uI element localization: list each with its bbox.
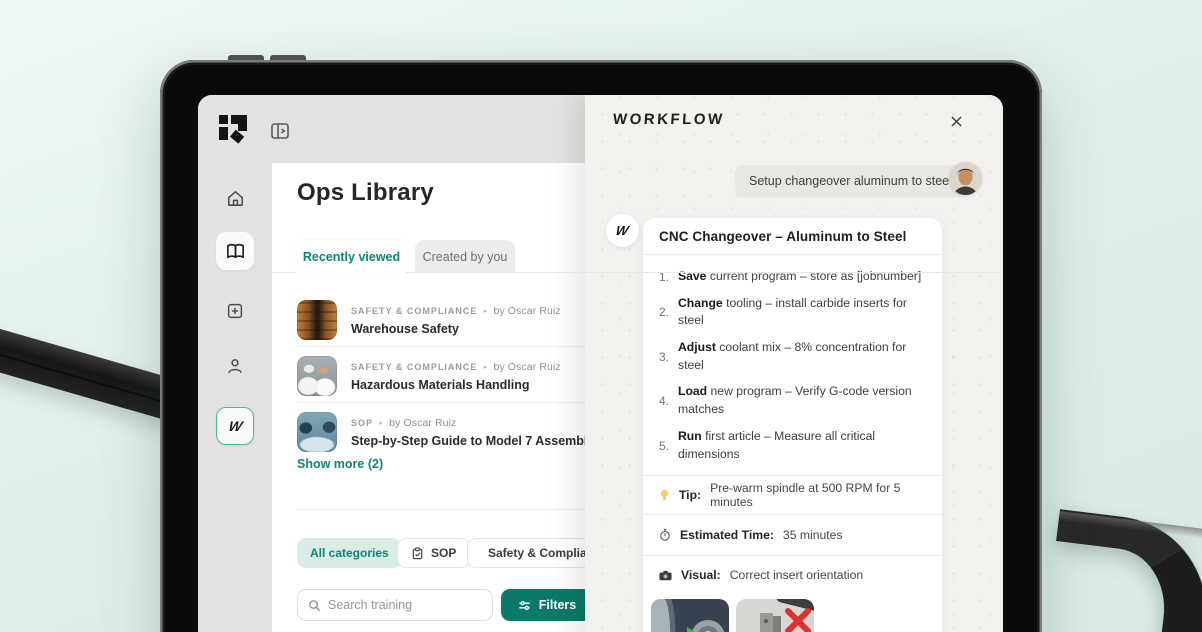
page-title: Ops Library [297, 179, 434, 207]
list-item-thumbnail [297, 356, 337, 396]
tablet-device: W Ops Library Recently viewed Created by… [160, 60, 1042, 632]
sidebar-item-library-active[interactable] [216, 232, 254, 270]
visual-thumbnails [643, 594, 942, 632]
steps-list: 1. Save current program – store as [jobn… [643, 255, 942, 475]
pill-sop[interactable]: SOP [397, 538, 470, 568]
filters-button[interactable]: Filters [501, 589, 593, 621]
stand-arm-left [0, 323, 187, 423]
workflow-w-icon: W [227, 418, 243, 434]
list-item-meta: SAFETY & COMPLIANCE•by Oscar Ruiz [351, 361, 561, 373]
search-icon [308, 599, 321, 612]
list-item-thumbnail [297, 412, 337, 452]
workflow-answer-card: CNC Changeover – Aluminum to Steel 1. Sa… [643, 218, 942, 632]
list-item-title: Hazardous Materials Handling [351, 378, 561, 392]
list-item-thumbnail [297, 300, 337, 340]
tab-created-by-you[interactable]: Created by you [415, 240, 515, 273]
visual-row: Visual: Correct insert orientation [643, 556, 942, 594]
stand-handle-right [1033, 509, 1202, 632]
list-item-title: Warehouse Safety [351, 322, 561, 336]
list-item-meta: SAFETY & COMPLIANCE•by Oscar Ruiz [351, 305, 561, 317]
sidebar-item-create[interactable] [198, 291, 272, 331]
tablet-screen: W Ops Library Recently viewed Created by… [198, 95, 1003, 632]
sidebar-expand-icon[interactable] [269, 120, 291, 142]
stopwatch-icon [659, 528, 671, 542]
card-title: CNC Changeover – Aluminum to Steel [643, 218, 942, 255]
app-logo-icon [214, 110, 252, 148]
step-item: 5. Run first article – Measure all criti… [653, 428, 928, 463]
user-avatar [949, 162, 982, 195]
user-message-bubble: Setup changeover aluminum to steel [735, 165, 966, 196]
visual-incorrect-image[interactable] [736, 599, 814, 632]
list-item-title: Step-by-Step Guide to Model 7 Assembly [351, 434, 594, 448]
clipboard-icon [411, 547, 424, 560]
search-input[interactable] [328, 598, 468, 612]
sidebar-item-home[interactable] [198, 178, 272, 218]
list-item-meta: SOP•by Oscar Ruiz [351, 417, 594, 429]
sidebar-item-profile[interactable] [198, 346, 272, 386]
visual-correct-image[interactable] [651, 599, 729, 632]
step-item: 1. Save current program – store as [jobn… [653, 268, 928, 286]
step-item: 4. Load new program – Verify G-code vers… [653, 383, 928, 418]
search-input-wrapper [297, 589, 493, 621]
camera-icon [659, 570, 672, 581]
step-item: 3. Adjust coolant mix – 8% concentration… [653, 339, 928, 374]
workflow-bot-avatar: W [606, 214, 639, 247]
pill-all-categories[interactable]: All categories [297, 538, 402, 568]
lightbulb-icon [659, 488, 670, 502]
tab-recently-viewed[interactable]: Recently viewed [297, 240, 406, 273]
tip-row: Tip: Pre-warm spindle at 500 RPM for 5 m… [643, 476, 942, 514]
estimated-time-row: Estimated Time: 35 minutes [643, 515, 942, 555]
workflow-brand: WORKFLOW [612, 111, 725, 128]
close-icon[interactable] [945, 110, 967, 132]
show-more-link[interactable]: Show more (2) [297, 457, 383, 471]
sidebar-item-workflow[interactable]: W [216, 407, 254, 445]
sliders-icon [518, 599, 531, 612]
workflow-panel: WORKFLOW Setup changeover aluminum to st… [585, 95, 1003, 632]
step-item: 2. Change tooling – install carbide inse… [653, 295, 928, 330]
